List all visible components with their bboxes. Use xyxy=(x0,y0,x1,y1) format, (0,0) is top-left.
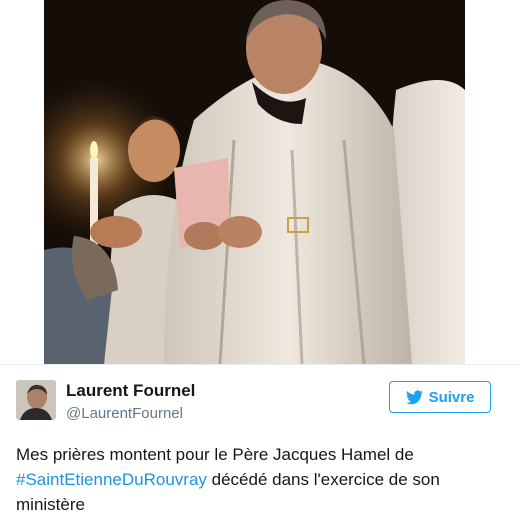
tweet-text-line-2: #SaintEtienneDuRouvray décédé dans l'exe… xyxy=(16,467,496,492)
follow-button-label: Suivre xyxy=(428,388,475,406)
tweet-photo[interactable] xyxy=(44,0,465,364)
twitter-bird-icon xyxy=(405,389,423,404)
follow-button[interactable]: Suivre xyxy=(389,381,491,413)
tweet-divider xyxy=(0,364,520,365)
hashtag-link[interactable]: #SaintEtienneDuRouvray xyxy=(16,470,207,489)
tweet-photo-image xyxy=(44,0,465,364)
author-name[interactable]: Laurent Fournel xyxy=(66,381,195,401)
author-avatar[interactable] xyxy=(16,380,56,420)
tweet-text-line-3: ministère xyxy=(16,495,85,514)
author-handle[interactable]: @LaurentFournel xyxy=(66,405,183,422)
profile-photo-icon xyxy=(16,380,56,420)
tweet-text-line-2-rest: décédé dans l'exercice de son xyxy=(206,470,440,489)
tweet-text-line-1: Mes prières montent pour le Père Jacques… xyxy=(16,445,414,464)
tweet-text: Mes prières montent pour le Père Jacques… xyxy=(16,442,496,517)
